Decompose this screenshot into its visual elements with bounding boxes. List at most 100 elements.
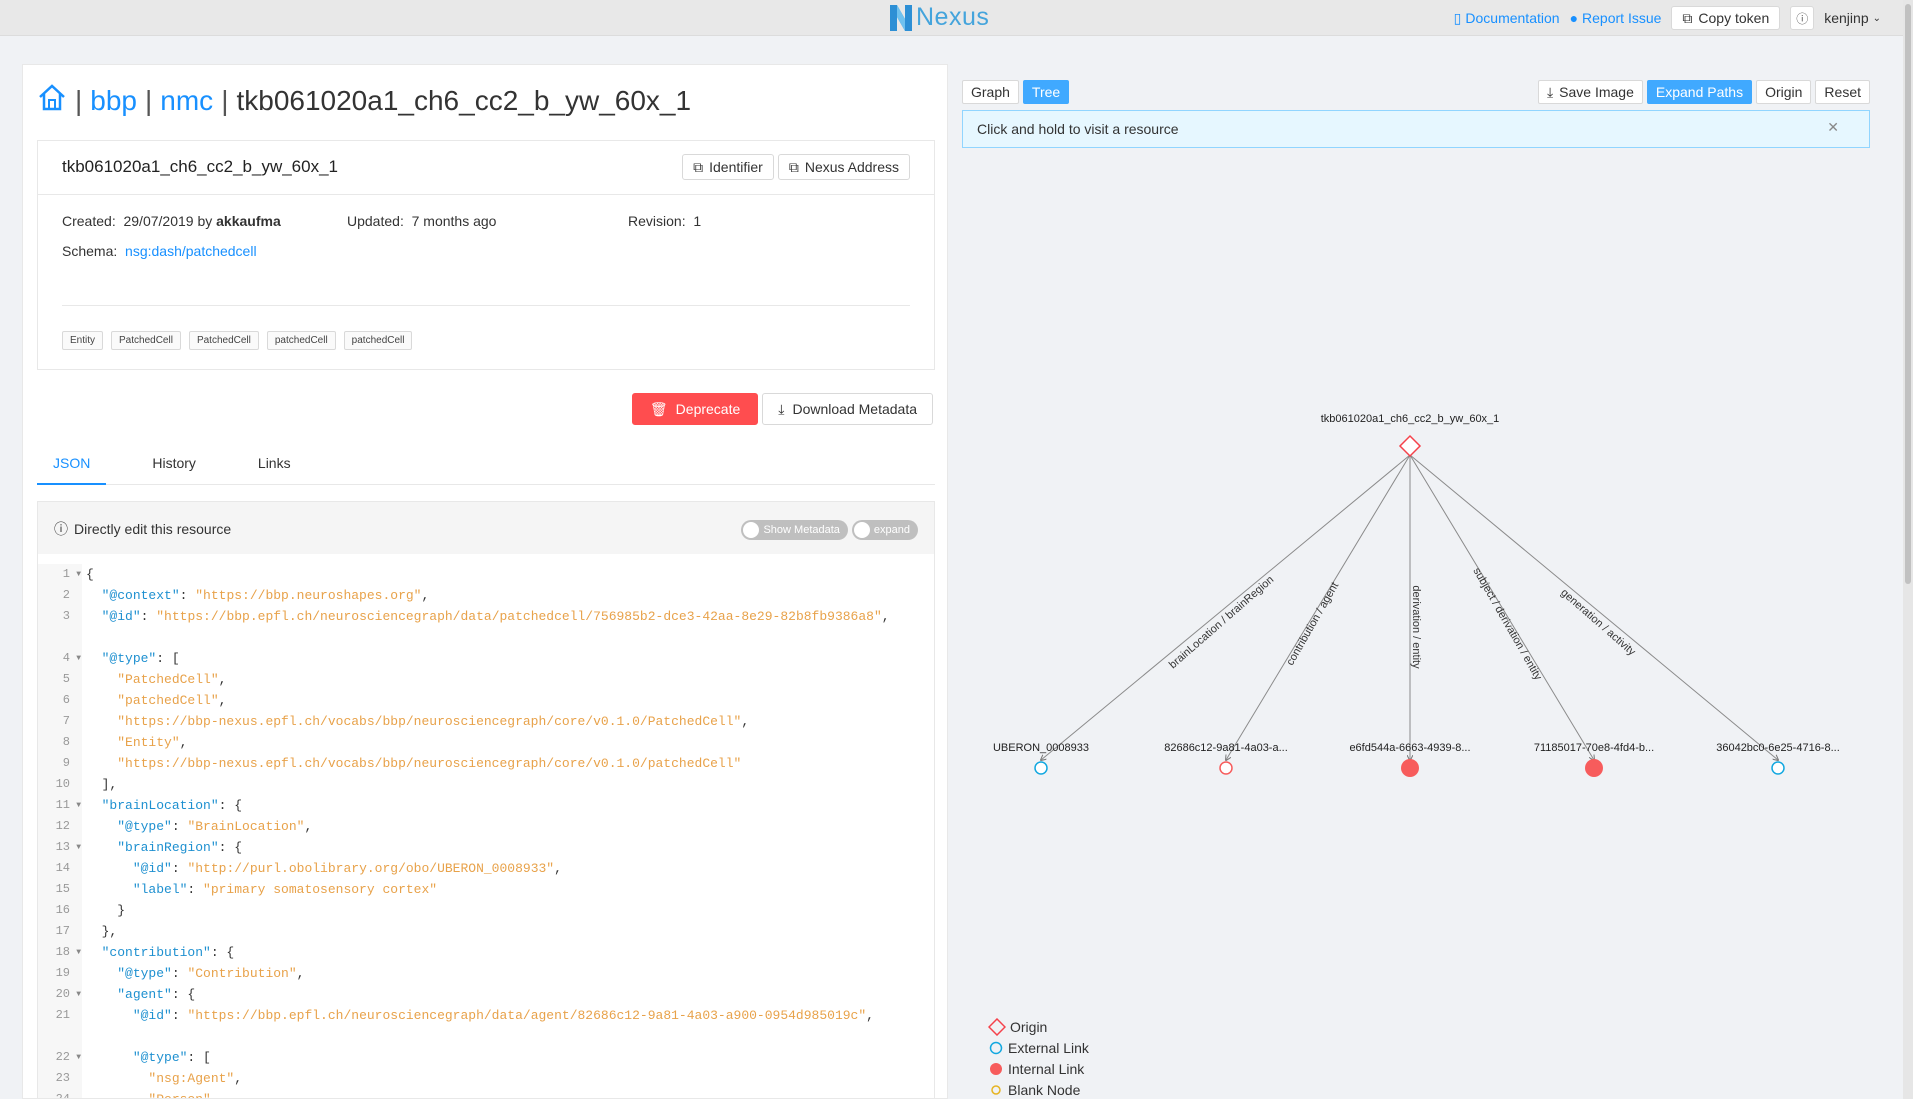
code-text: "@id": "https://bbp.epfl.ch/neuroscience…	[101, 609, 890, 624]
tree-tab-button[interactable]: Tree	[1022, 80, 1070, 104]
home-icon[interactable]	[37, 83, 67, 118]
origin-button[interactable]: Origin	[1756, 80, 1812, 104]
download-icon: ⤓	[1546, 83, 1554, 100]
edit-info: ⓘ Directly edit this resource	[54, 519, 231, 539]
code-line[interactable]: 1 ▼ {	[38, 564, 934, 585]
code-text: "agent": {	[117, 987, 196, 1002]
documentation-link[interactable]: ▯ Documentation	[1454, 10, 1560, 27]
code-text: "https://bbp-nexus.epfl.ch/vocabs/bbp/ne…	[117, 714, 750, 729]
nexus-logo[interactable]: Nexus	[890, 3, 989, 32]
show-metadata-toggle[interactable]: Show Metadata	[741, 520, 848, 540]
report-issue-link[interactable]: ● Report Issue	[1570, 10, 1662, 26]
created-by: akkaufma	[216, 213, 281, 229]
close-icon[interactable]: ✕	[1827, 119, 1839, 136]
tab-json[interactable]: JSON	[37, 443, 107, 485]
tree-graph-canvas[interactable]: brainLocation / brainRegion UBERON_000893…	[962, 154, 1872, 1014]
code-line[interactable]: 18 ▼ "contribution": {	[38, 942, 934, 963]
legend-blank: Blank Node	[988, 1079, 1089, 1099]
code-line[interactable]: 9 "https://bbp-nexus.epfl.ch/vocabs/bbp/…	[38, 753, 934, 774]
show-metadata-label: Show Metadata	[763, 524, 840, 536]
tab-links[interactable]: Links	[242, 443, 307, 485]
info-button[interactable]: ⓘ	[1790, 6, 1815, 30]
tree-edge	[1041, 454, 1411, 760]
scrollbar-thumb[interactable]	[1905, 4, 1911, 584]
nexus-logo-text: Nexus	[916, 3, 990, 31]
code-text: {	[86, 567, 94, 582]
code-line[interactable]: 6 "patchedCell",	[38, 690, 934, 711]
legend-origin-label: Origin	[1010, 1018, 1048, 1035]
code-line[interactable]: 10 ],	[38, 774, 934, 795]
fold-arrow-icon[interactable]: ▼	[76, 564, 81, 585]
edge-label: derivation / entity	[1410, 585, 1422, 669]
code-line[interactable]: 8 "Entity",	[38, 732, 934, 753]
code-text: "patchedCell",	[117, 693, 227, 708]
fold-arrow-icon[interactable]: ▼	[76, 837, 81, 858]
code-line[interactable]: 4 ▼ "@type": [	[38, 648, 934, 669]
fold-arrow-icon[interactable]: ▼	[76, 942, 81, 963]
code-line[interactable]: 16 }	[38, 900, 934, 921]
breadcrumb-project[interactable]: nmc	[160, 85, 213, 117]
created-date: 29/07/2019	[123, 213, 194, 229]
identifier-button[interactable]: ⧉ Identifier	[682, 154, 774, 180]
code-line[interactable]: 23 "nsg:Agent",	[38, 1068, 934, 1089]
code-line[interactable]: 7 "https://bbp-nexus.epfl.ch/vocabs/bbp/…	[38, 711, 934, 732]
code-line[interactable]: 12 "@type": "BrainLocation",	[38, 816, 934, 837]
nexus-address-button[interactable]: ⧉ Nexus Address	[777, 154, 910, 180]
fold-arrow-icon[interactable]: ▼	[76, 1047, 81, 1068]
expand-toggle[interactable]: expand	[851, 520, 918, 540]
code-text: "Person"	[82, 1089, 934, 1098]
code-line[interactable]: 21 "@id": "https://bbp.epfl.ch/neuroscie…	[38, 1005, 934, 1047]
schema-link[interactable]: nsg:dash/patchedcell	[125, 243, 257, 259]
fold-arrow-icon[interactable]: ▼	[76, 984, 81, 1005]
code-area[interactable]: 1 ▼ {2 "@context": "https://bbp.neuroshape…	[38, 564, 934, 1098]
code-line[interactable]: 15 "label": "primary somatosensory corte…	[38, 879, 934, 900]
reset-button[interactable]: Reset	[1815, 80, 1870, 104]
info-alert: Click and hold to visit a resource ✕	[962, 110, 1870, 148]
expand-paths-button[interactable]: Expand Paths	[1646, 80, 1753, 104]
line-number: 23	[38, 1068, 82, 1089]
tree-graph[interactable]: brainLocation / brainRegion UBERON_000893…	[962, 154, 1872, 1099]
expand-label: expand	[873, 524, 910, 536]
line-number: 18 ▼	[38, 942, 82, 963]
user-menu[interactable]: kenjinp ⌄	[1824, 10, 1881, 26]
toggle-knob	[743, 522, 760, 538]
revision-label: Revision	[628, 213, 682, 229]
code-line[interactable]: 24 "Person"	[38, 1089, 934, 1098]
fold-arrow-icon[interactable]: ▼	[76, 795, 81, 816]
code-line[interactable]: 14 "@id": "http://purl.obolibrary.org/ob…	[38, 858, 934, 879]
tab-history[interactable]: History	[136, 443, 212, 485]
line-number: 19	[38, 963, 82, 984]
download-icon: ⤓	[778, 400, 785, 417]
edge-label: generation / activity	[1558, 587, 1638, 659]
download-metadata-button[interactable]: ⤓ Download Metadata	[762, 393, 933, 425]
graph-tab-button[interactable]: Graph	[962, 80, 1019, 104]
code-line[interactable]: 2 "@context": "https://bbp.neuroshapes.o…	[38, 585, 934, 606]
line-number: 15	[38, 879, 82, 900]
code-text: "@id": "https://bbp.epfl.ch/neuroscience…	[132, 1008, 874, 1023]
copy-token-button[interactable]: ⧉ Copy token	[1671, 6, 1781, 30]
code-line[interactable]: 3 "@id": "https://bbp.epfl.ch/neuroscien…	[38, 606, 934, 648]
external-node	[1034, 761, 1048, 775]
schema-label: Schema	[62, 243, 114, 259]
breadcrumb-org[interactable]: bbp	[90, 85, 137, 117]
code-line[interactable]: 20 ▼ "agent": {	[38, 984, 934, 1005]
origin-diamond-icon	[988, 1017, 1006, 1036]
revision-row: Revision: 1	[628, 213, 702, 229]
line-number: 9	[38, 753, 82, 774]
line-number: 16	[38, 900, 82, 921]
code-line[interactable]: 11 ▼ "brainLocation": {	[38, 795, 934, 816]
code-line[interactable]: 5 "PatchedCell",	[38, 669, 934, 690]
type-tag: patchedCell	[343, 331, 413, 350]
legend-origin: Origin	[988, 1016, 1089, 1037]
code-text: ],	[101, 777, 118, 792]
save-image-button[interactable]: ⤓ Save Image	[1537, 80, 1643, 104]
json-editor: ⓘ Directly edit this resource Show Metad…	[37, 501, 935, 1098]
code-line[interactable]: 13 ▼ "brainRegion": {	[38, 837, 934, 858]
code-line[interactable]: 19 "@type": "Contribution",	[38, 963, 934, 984]
deprecate-button[interactable]: 🗑 Deprecate	[631, 393, 759, 425]
updated-row: Updated: 7 months ago	[347, 213, 497, 229]
code-line[interactable]: 17 },	[38, 921, 934, 942]
fold-arrow-icon[interactable]: ▼	[76, 648, 81, 669]
page-scrollbar[interactable]	[1903, 0, 1913, 1099]
code-line[interactable]: 22 ▼ "@type": [	[38, 1047, 934, 1068]
